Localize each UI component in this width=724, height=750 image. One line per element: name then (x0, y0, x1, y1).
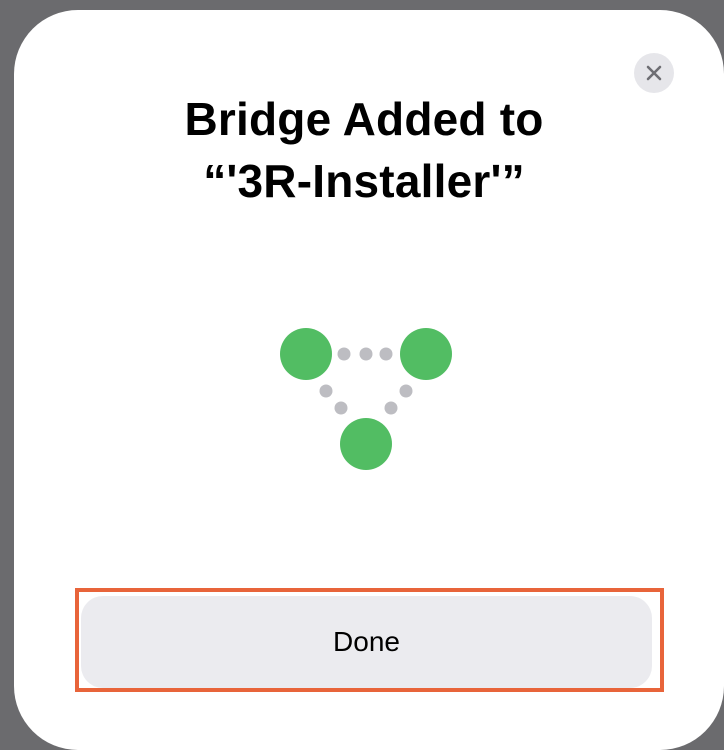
link-dot (359, 347, 373, 361)
link-dot (379, 347, 393, 361)
bridge-added-dialog: Bridge Added to “'3R-Installer'” Done (14, 10, 724, 750)
close-button[interactable] (634, 53, 674, 93)
dialog-title: Bridge Added to “'3R-Installer'” (14, 88, 714, 212)
link-dot (334, 401, 348, 415)
dialog-title-line-2: “'3R-Installer'” (203, 155, 525, 207)
link-dot (384, 401, 398, 415)
link-dot (319, 384, 333, 398)
network-node-right (400, 328, 452, 380)
network-node-left (280, 328, 332, 380)
done-button[interactable]: Done (81, 596, 652, 688)
dialog-title-line-1: Bridge Added to (184, 93, 544, 145)
link-dot (337, 347, 351, 361)
network-node-bottom (340, 418, 392, 470)
close-icon (646, 65, 662, 81)
bridge-network-icon (276, 324, 456, 484)
link-dot (399, 384, 413, 398)
